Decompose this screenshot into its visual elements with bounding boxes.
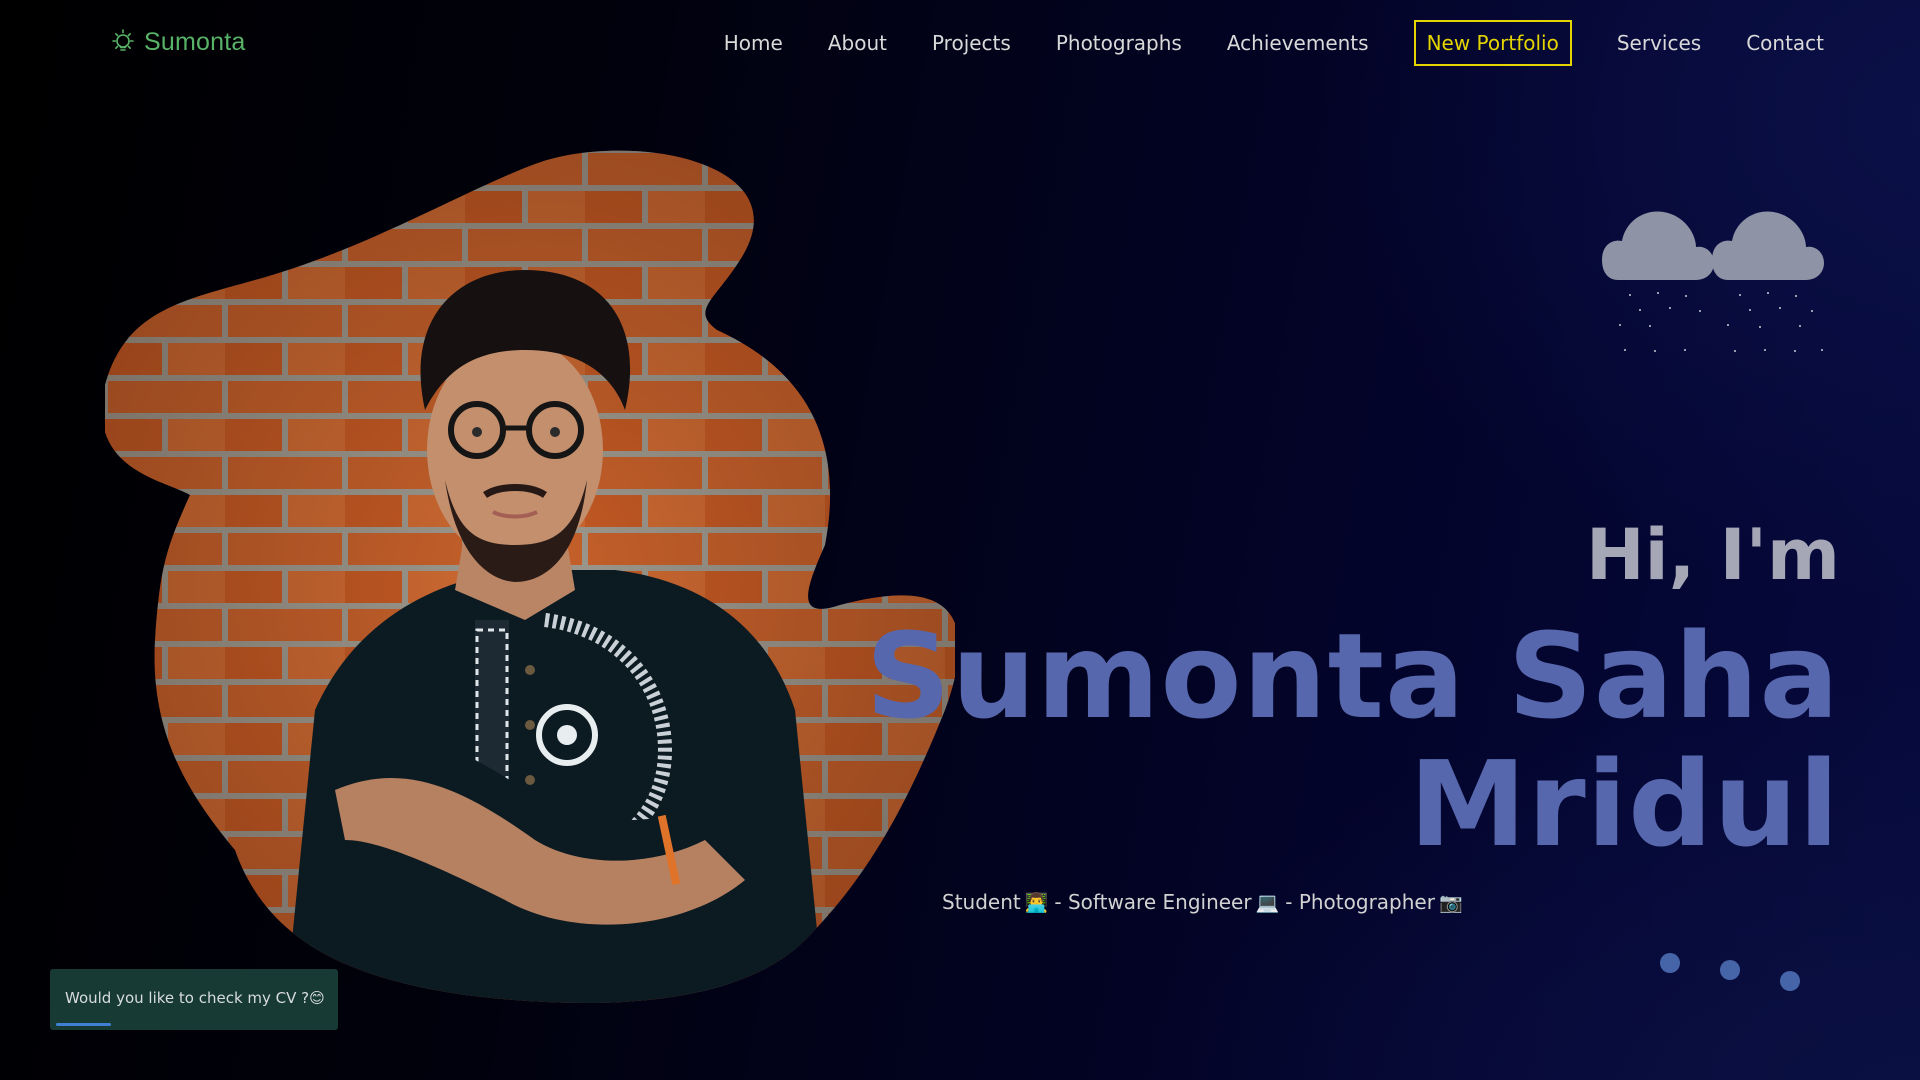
profile-photo: [105, 150, 955, 1010]
role-software-engineer: - Software Engineer: [1054, 890, 1252, 914]
loading-dot: [1780, 971, 1800, 991]
nav-item-contact[interactable]: Contact: [1746, 21, 1824, 65]
nav-item-achievements[interactable]: Achievements: [1227, 21, 1369, 65]
cv-prompt-text: Would you like to check my CV ?😊: [65, 989, 325, 1007]
nav-item-services[interactable]: Services: [1617, 21, 1701, 65]
name-line-1: Sumonta Saha: [865, 607, 1840, 745]
rain-clouds-decoration: [1600, 205, 1845, 365]
loading-dot: [1660, 953, 1680, 973]
technologist-icon: 👨‍💻: [1024, 891, 1049, 914]
greeting-text: Hi, I'm: [1586, 514, 1840, 596]
cv-prompt-toast[interactable]: Would you like to check my CV ?😊: [50, 969, 338, 1030]
role-student: Student: [942, 890, 1021, 914]
nav-item-photographs[interactable]: Photographs: [1056, 21, 1182, 65]
nav-links: Home About Projects Photographs Achievem…: [679, 20, 1824, 66]
lightbulb-icon: [108, 27, 138, 57]
nav-item-home[interactable]: Home: [724, 21, 783, 65]
logo-text: Sumonta: [144, 27, 246, 56]
loading-dot: [1720, 960, 1740, 980]
camera-icon: 📷: [1438, 891, 1463, 914]
site-logo[interactable]: Sumonta: [108, 24, 245, 60]
name-line-2: Mridul: [1409, 735, 1840, 873]
nav-item-about[interactable]: About: [828, 21, 887, 65]
laptop-icon: 💻: [1255, 891, 1280, 914]
role-photographer: - Photographer: [1285, 890, 1435, 914]
nav-item-projects[interactable]: Projects: [932, 21, 1011, 65]
nav-item-new-portfolio[interactable]: New Portfolio: [1413, 20, 1572, 66]
toast-progress-bar: [56, 1023, 111, 1026]
top-navigation: Sumonta Home About Projects Photographs …: [0, 0, 1920, 86]
role-tagline: Student 👨‍💻 - Software Engineer 💻 - Phot…: [942, 890, 1469, 914]
hero-heading: Hi, I'm Sumonta Saha Mridul: [866, 520, 1840, 868]
